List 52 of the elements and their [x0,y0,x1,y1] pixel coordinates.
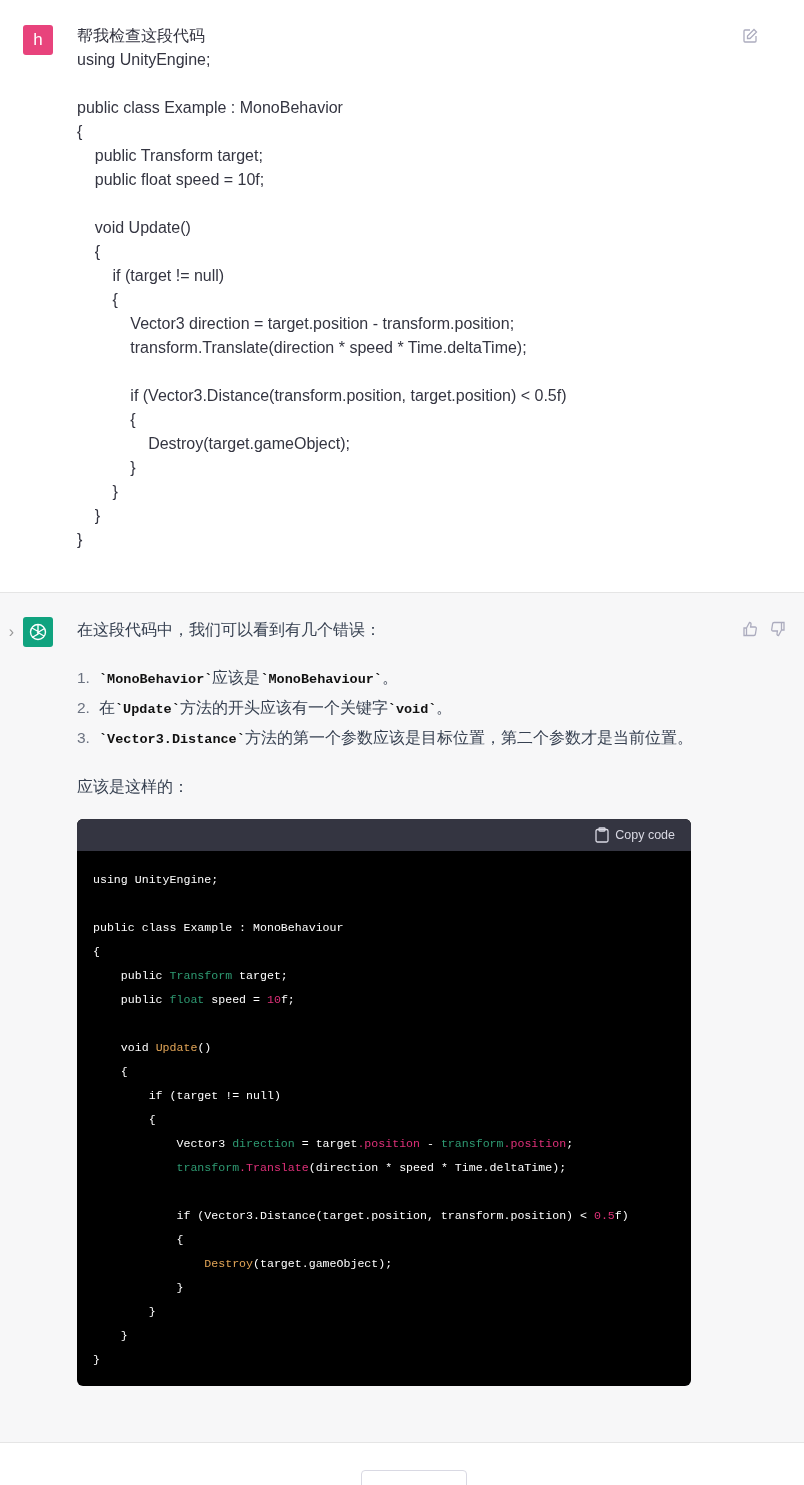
message-line: if (target != null) [111,266,226,286]
assistant-avatar [23,617,53,647]
message-line: Vector3 direction = target.position - transform.position; [129,314,516,334]
reply-text: 应该是这样的： [77,777,190,797]
thumbs-up-icon[interactable] [742,621,758,637]
message-line: if (Vector3.Distance(transform.position, target.position) < 0.5f) [129,386,568,406]
code-line: if (target != null) [147,1088,282,1104]
message-line: using UnityEngine; [77,50,212,70]
message-line: } [77,530,84,550]
message-line: public float speed = 10f; [93,170,266,190]
message-line: public class Example : MonoBehavior [77,98,344,118]
copy-code-button[interactable]: Copy code [595,825,675,845]
code-line: public class Example : MonoBehaviour [93,920,345,936]
code-line: { [119,1064,129,1080]
reply-intro: 在这段代码中，我们可以看到有几个错误： [77,620,382,640]
message-line: } [129,458,137,478]
message-line: Destroy(target.gameObject); [147,434,351,454]
code-line: Destroy(target.gameObject); [203,1256,394,1272]
code-line: } [147,1304,157,1320]
code-line: transform.Translate(direction * speed * Time.deltaTime); [175,1160,568,1176]
code-line: } [93,1352,101,1368]
message-line: } [93,506,102,526]
message-line: void Update() [93,218,192,238]
message-line: 帮我检查这段代码 [77,26,206,46]
message-line: { [93,242,102,262]
code-line: { [147,1112,157,1128]
code-line: } [119,1328,129,1344]
message-line: public Transform target; [93,146,264,166]
clipboard-icon [595,827,610,843]
code-line: { [93,944,101,960]
list-number: 3. [77,728,91,748]
thumbs-down-icon[interactable] [770,621,786,637]
code-line: public Transform target; [119,968,289,984]
message-line: transform.Translate(direction * speed * Time.deltaTime); [129,338,528,358]
list-number: 1. [77,668,91,688]
code-line: } [175,1280,185,1296]
code-line: Vector3 direction = target.position - transform.position; [175,1136,575,1152]
code-line: void Update() [119,1040,213,1056]
message-line: { [129,410,137,430]
message-line: { [77,122,84,142]
list-number: 2. [77,698,91,718]
list-item-text: 在`Update`方法的开头应该有一个关键字`void`。 [99,698,453,719]
list-item-text: `Vector3.Distance`方法的第一个参数应该是目标位置，第二个参数才是当前位置。 [99,728,693,749]
code-line: if (Vector3.Distance(target.position, transform.position) < 0.5f) [175,1208,630,1224]
message-line: } [111,482,119,502]
message-line: { [111,290,119,310]
edit-icon[interactable] [742,28,758,44]
code-line: { [175,1232,185,1248]
code-line: using UnityEngine; [93,872,220,888]
user-avatar: h [23,25,53,55]
code-line: public float speed = 10f; [119,992,296,1008]
list-item-text: `MonoBehavior`应该是`MonoBehaviour`。 [99,668,398,689]
